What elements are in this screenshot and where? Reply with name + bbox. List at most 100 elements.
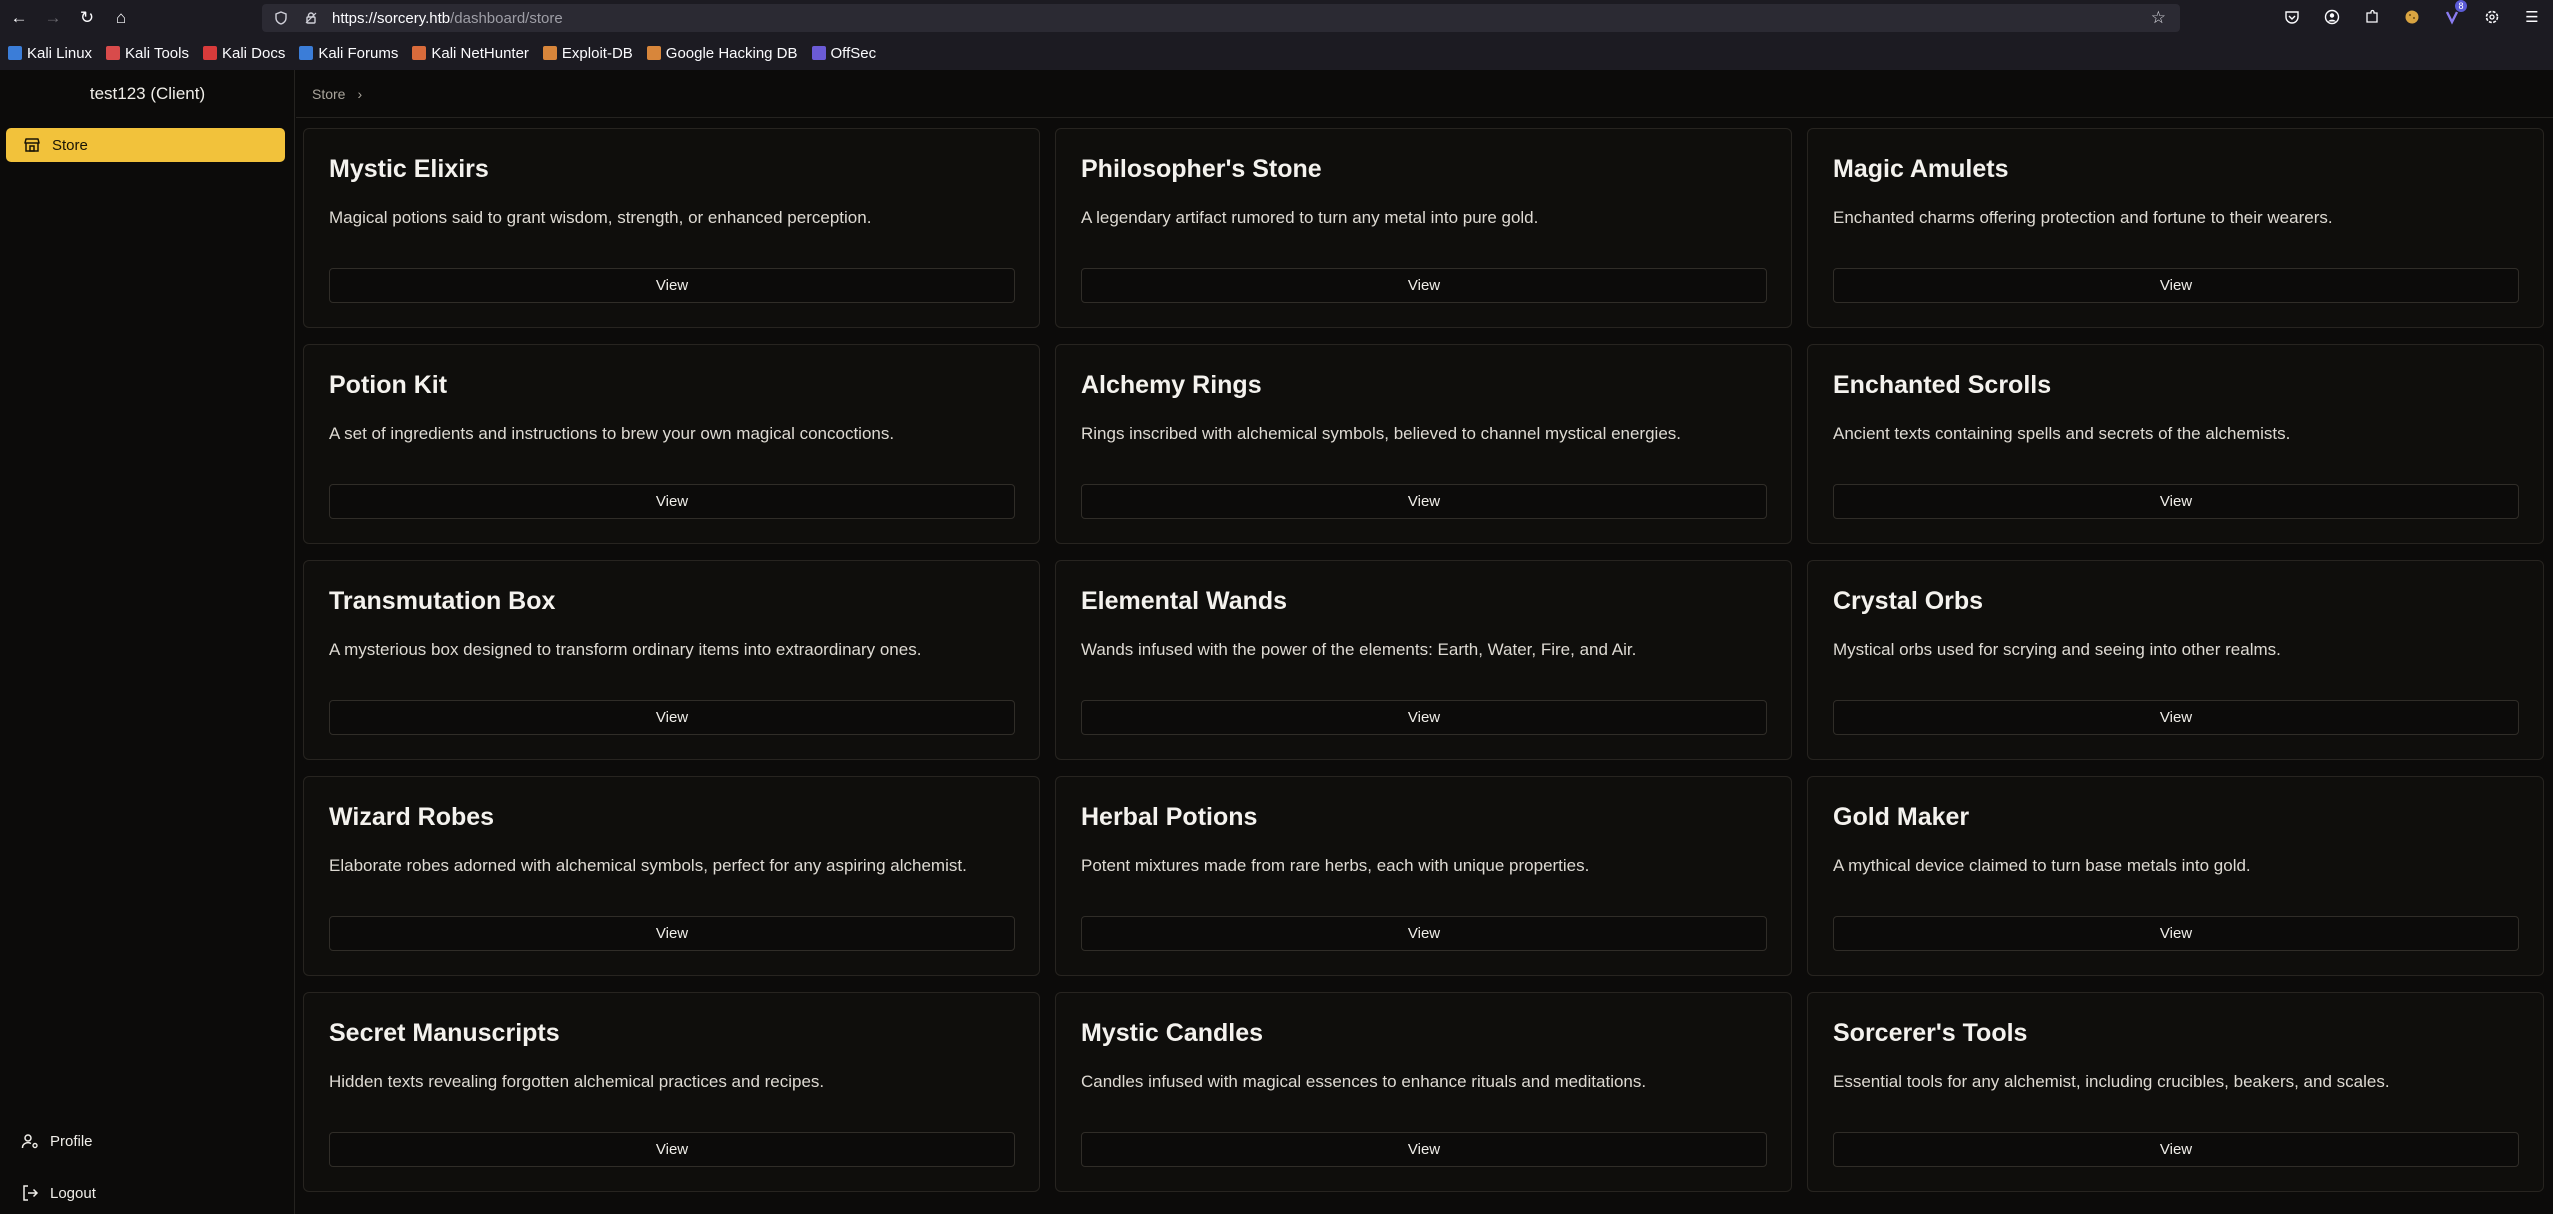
product-title: Transmutation Box <box>329 587 556 615</box>
bookmark-star-icon[interactable]: ☆ <box>2151 8 2166 28</box>
view-product-button[interactable]: View <box>1833 916 2519 951</box>
view-product-button[interactable]: View <box>329 484 1015 519</box>
bookmark-favicon-icon <box>8 46 22 60</box>
pocket-icon[interactable] <box>2279 4 2305 30</box>
product-card: Mystic Candles Candles infused with magic… <box>1055 992 1792 1192</box>
bookmark-label: Kali Tools <box>125 44 189 62</box>
product-title: Mystic Candles <box>1081 1019 1264 1047</box>
bookmark-label: Kali Forums <box>318 44 399 62</box>
bookmark-label: Kali Docs <box>221 44 286 62</box>
bookmark-favicon-icon <box>542 46 557 60</box>
product-title: Wizard Robes <box>329 803 495 831</box>
bookmark-item[interactable]: Kali Forums <box>299 45 398 62</box>
logout-label: Logout <box>50 1184 96 1202</box>
page-header: Store › <box>296 70 2553 118</box>
app-shell: test123 (Client) Store Profile Logout St… <box>0 70 2553 1214</box>
sidebar-item-profile[interactable]: Profile <box>20 1131 93 1151</box>
bookmark-item[interactable]: Google Hacking DB <box>646 44 798 62</box>
product-card: Herbal Potions Potent mixtures made from … <box>1055 776 1792 976</box>
bookmark-item[interactable]: Kali NetHunter <box>412 45 529 62</box>
sidebar: test123 (Client) Store Profile Logout <box>0 70 295 1214</box>
product-card: Alchemy Rings Rings inscribed with alchem… <box>1055 344 1792 544</box>
bookmark-favicon-icon <box>646 46 661 60</box>
wappalyzer-extension-icon[interactable]: 8 <box>2439 0 2467 30</box>
lock-icon[interactable] <box>300 7 322 29</box>
product-title: Magic Amulets <box>1833 155 2009 183</box>
sidebar-item-logout[interactable]: Logout <box>20 1183 96 1203</box>
menu-icon[interactable]: ☰ <box>2519 4 2545 30</box>
user-cog-icon <box>20 1131 40 1151</box>
user-role-title: test123 (Client) <box>89 84 206 103</box>
url-bar[interactable]: https://sorcery.htb/dashboard/store ☆ <box>262 4 2180 32</box>
view-product-button[interactable]: View <box>1833 1132 2519 1167</box>
product-title: Enchanted Scrolls <box>1833 371 2052 399</box>
product-description: A set of ingredients and instructions to… <box>329 424 895 443</box>
product-title: Crystal Orbs <box>1833 587 1984 615</box>
product-description: Mystical orbs used for scrying and seein… <box>1833 640 2281 659</box>
cookie-extension-icon[interactable] <box>2399 4 2425 30</box>
product-title: Herbal Potions <box>1081 803 1258 831</box>
product-title: Philosopher's Stone <box>1081 155 1322 183</box>
home-icon[interactable]: ⌂ <box>106 3 136 33</box>
bookmark-item[interactable]: OffSec <box>811 45 876 62</box>
view-product-button[interactable]: View <box>329 1132 1015 1167</box>
account-icon[interactable] <box>2319 4 2345 30</box>
product-card: Potion Kit A set of ingredients and instr… <box>303 344 1040 544</box>
breadcrumb-item-store[interactable]: Store <box>312 86 345 102</box>
view-product-button[interactable]: View <box>1081 484 1767 519</box>
bookmark-label: Exploit-DB <box>561 44 633 62</box>
extensions-icon[interactable] <box>2359 4 2385 30</box>
view-product-button[interactable]: View <box>1081 1132 1767 1167</box>
forward-icon[interactable]: → <box>38 3 68 33</box>
product-description: Enchanted charms offering protection and… <box>1833 208 2333 227</box>
product-card: Enchanted Scrolls Ancient texts containin… <box>1807 344 2544 544</box>
view-product-button[interactable]: View <box>1081 268 1767 303</box>
bookmark-label: Kali Linux <box>27 44 93 62</box>
product-title: Mystic Elixirs <box>329 155 489 183</box>
product-description: Rings inscribed with alchemical symbols,… <box>1081 424 1681 443</box>
product-description: Potent mixtures made from rare herbs, ea… <box>1081 856 1590 875</box>
bookmark-favicon-icon <box>811 46 826 60</box>
product-card: Philosopher's Stone A legendary artifact … <box>1055 128 1792 328</box>
settings-gear-icon[interactable] <box>2479 4 2505 30</box>
product-card: Crystal Orbs Mystical orbs used for scryi… <box>1807 560 2544 760</box>
product-card: Secret Manuscripts Hidden texts revealing… <box>303 992 1040 1192</box>
logout-icon <box>20 1183 40 1203</box>
view-product-button[interactable]: View <box>329 700 1015 735</box>
browser-toolbar: ← → ↻ ⌂ https://sorcery.htb/dashboard/st… <box>0 0 2553 36</box>
product-title: Gold Maker <box>1833 803 1970 831</box>
product-description: A mysterious box designed to transform o… <box>329 640 922 659</box>
shield-icon[interactable] <box>270 7 292 29</box>
product-description: Elaborate robes adorned with alchemical … <box>329 856 967 875</box>
product-card: Magic Amulets Enchanted charms offering p… <box>1807 128 2544 328</box>
product-grid: Mystic Elixirs Magical potions said to gr… <box>303 128 2545 1192</box>
profile-label: Profile <box>50 1132 93 1150</box>
bookmark-item[interactable]: Kali Linux <box>8 45 92 62</box>
view-product-button[interactable]: View <box>1833 700 2519 735</box>
url-text[interactable]: https://sorcery.htb/dashboard/store <box>332 10 563 27</box>
product-title: Potion Kit <box>329 371 448 399</box>
back-icon[interactable]: ← <box>4 3 34 33</box>
bookmark-label: Google Hacking DB <box>665 44 798 62</box>
product-card: Elemental Wands Wands infused with the po… <box>1055 560 1792 760</box>
reload-icon[interactable]: ↻ <box>72 3 102 33</box>
sidebar-item-store[interactable]: Store <box>6 128 285 162</box>
product-title: Elemental Wands <box>1081 587 1288 615</box>
view-product-button[interactable]: View <box>1833 484 2519 519</box>
view-product-button[interactable]: View <box>1081 916 1767 951</box>
bookmark-item[interactable]: Exploit-DB <box>542 44 633 62</box>
view-product-button[interactable]: View <box>1081 700 1767 735</box>
product-card: Wizard Robes Elaborate robes adorned with… <box>303 776 1040 976</box>
view-product-button[interactable]: View <box>329 268 1015 303</box>
product-card: Gold Maker A mythical device claimed to t… <box>1807 776 2544 976</box>
bookmark-item[interactable]: Kali Docs <box>202 44 286 62</box>
product-description: Wands infused with the power of the elem… <box>1081 640 1637 659</box>
view-product-button[interactable]: View <box>329 916 1015 951</box>
bookmark-item[interactable]: Kali Tools <box>106 45 189 62</box>
product-description: Magical potions said to grant wisdom, st… <box>329 208 872 227</box>
bookmark-favicon-icon <box>202 46 217 60</box>
product-description: Candles infused with magical essences to… <box>1081 1072 1647 1091</box>
chevron-right-icon: › <box>357 86 363 102</box>
product-description: Ancient texts containing spells and secr… <box>1833 424 2291 443</box>
view-product-button[interactable]: View <box>1833 268 2519 303</box>
